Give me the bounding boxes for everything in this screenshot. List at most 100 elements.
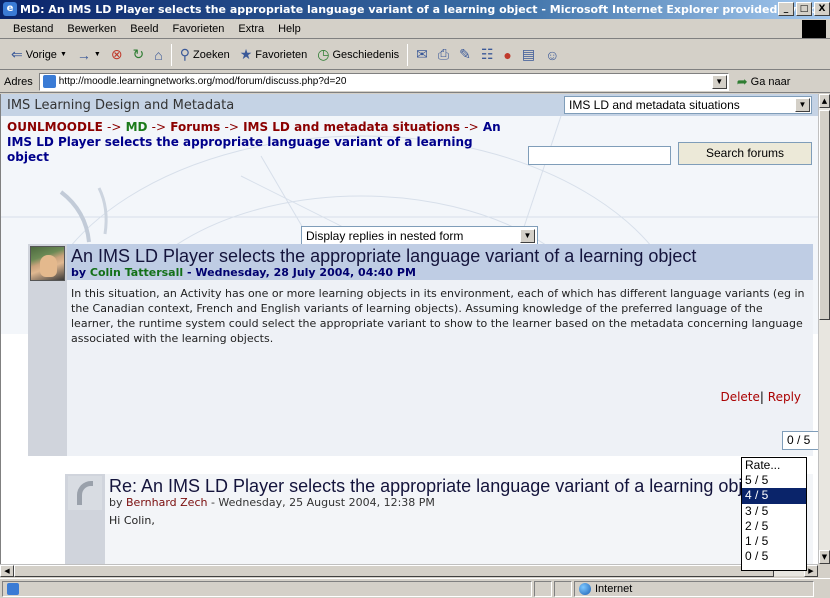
toolbar-separator: [170, 43, 172, 66]
horizontal-scroll-thumb[interactable]: [14, 565, 774, 577]
home-button[interactable]: ⌂: [149, 43, 167, 67]
window-title-bar: e MD: An IMS LD Player selects the appro…: [0, 0, 830, 19]
rating-option[interactable]: Rate...: [742, 458, 806, 473]
history-button[interactable]: ◷ Geschiedenis: [312, 43, 404, 67]
user-button[interactable]: ☺: [540, 43, 564, 67]
search-label: Zoeken: [193, 48, 230, 61]
menu-file[interactable]: Bestand: [6, 23, 60, 35]
default-avatar-icon: [68, 476, 102, 510]
favorites-label: Favorieten: [255, 48, 308, 61]
rating-option[interactable]: 3 / 5: [742, 504, 806, 519]
post-date: - Wednesday, 25 August 2004, 12:38 PM: [210, 496, 435, 509]
address-label: Adres: [4, 75, 33, 88]
print-button[interactable]: ⎙: [433, 43, 454, 67]
site-title: IMS Learning Design and Metadata: [7, 97, 235, 113]
post-body: In this situation, an Activity has one o…: [67, 280, 818, 456]
vertical-scroll-thumb[interactable]: [819, 110, 830, 320]
refresh-icon: ↻: [132, 46, 145, 62]
home-icon: ⌂: [154, 46, 163, 63]
menu-favorites[interactable]: Favorieten: [165, 23, 231, 35]
post-side-column: [28, 244, 67, 456]
post-byline: by Colin Tattersall - Wednesday, 28 July…: [71, 266, 809, 279]
address-input[interactable]: http://moodle.learningnetworks.org/mod/f…: [38, 72, 729, 91]
rating-option[interactable]: 2 / 5: [742, 519, 806, 534]
menu-edit[interactable]: Bewerken: [60, 23, 123, 35]
chevron-down-icon: ▼: [93, 51, 101, 58]
mail-icon: ✉: [416, 46, 428, 62]
print-icon: ⎙: [437, 46, 450, 62]
research-button[interactable]: ▤: [517, 43, 540, 67]
minimize-button[interactable]: _: [778, 2, 794, 16]
forum-jump-value: IMS LD and metadata situations: [569, 98, 740, 112]
menu-view[interactable]: Beeld: [123, 23, 165, 35]
search-forums-input[interactable]: [528, 146, 671, 165]
rating-option[interactable]: 0 / 5: [742, 549, 806, 564]
status-zone: Internet: [574, 580, 814, 597]
go-button[interactable]: ➦ Ga naar: [737, 74, 791, 90]
zone-label: Internet: [595, 582, 633, 595]
search-icon: ⚲: [179, 46, 191, 62]
address-dropdown-button[interactable]: ▼: [711, 74, 727, 89]
site-header: IMS Learning Design and Metadata IMS LD …: [1, 94, 818, 116]
vertical-scrollbar[interactable]: ▲ ▼: [818, 94, 830, 564]
scroll-down-icon[interactable]: ▼: [819, 550, 830, 564]
breadcrumb-site-link[interactable]: OUNLMOODLE: [7, 120, 103, 134]
breadcrumb-forums-link[interactable]: Forums: [170, 120, 220, 134]
scroll-left-icon[interactable]: ◀: [0, 565, 14, 577]
post-author-link[interactable]: Bernhard Zech: [126, 496, 207, 509]
forum-jump-select[interactable]: IMS LD and metadata situations ▼: [564, 96, 812, 114]
post-byline: by Bernhard Zech - Wednesday, 25 August …: [109, 496, 809, 509]
reply-link[interactable]: Reply: [768, 390, 801, 404]
go-arrow-icon: ➦: [736, 73, 748, 89]
rating-select[interactable]: 0 / 5 ▼: [782, 431, 818, 450]
breadcrumb-separator: ->: [464, 120, 479, 134]
favorites-button[interactable]: ★ Favorieten: [235, 43, 313, 67]
chevron-down-icon: ▼: [59, 51, 67, 58]
scroll-up-icon[interactable]: ▲: [819, 94, 830, 108]
breadcrumb-course-link[interactable]: MD: [126, 120, 148, 134]
search-forums-button[interactable]: Search forums: [678, 142, 812, 165]
avatar[interactable]: [30, 246, 65, 281]
post-message: In this situation, an Activity has one o…: [71, 287, 805, 345]
stop-button[interactable]: ⊗: [106, 43, 128, 67]
byline-prefix: by: [109, 496, 123, 509]
breadcrumb-separator: ->: [224, 120, 239, 134]
horizontal-scrollbar[interactable]: ◀ ▶: [0, 564, 818, 577]
rating-options-list: Rate... 5 / 5 4 / 5 3 / 5 2 / 5 1 / 5 0 …: [741, 457, 807, 571]
rating-option[interactable]: 5 / 5: [742, 473, 806, 488]
user-icon: ☺: [545, 46, 560, 63]
research-icon: ▤: [521, 46, 536, 62]
display-mode-value: Display replies in nested form: [306, 229, 464, 243]
discuss-button[interactable]: ☷: [476, 43, 499, 67]
display-mode-select[interactable]: Display replies in nested form ▼: [301, 226, 538, 246]
post-date: - Wednesday, 28 July 2004, 04:40 PM: [187, 266, 416, 279]
back-button[interactable]: ⇐ Vorige ▼: [6, 43, 72, 67]
mail-button[interactable]: ✉: [411, 43, 433, 67]
messenger-button[interactable]: ●: [498, 43, 516, 67]
menu-tools[interactable]: Extra: [231, 23, 271, 35]
rating-option[interactable]: 1 / 5: [742, 534, 806, 549]
status-text: [2, 580, 532, 597]
delete-link[interactable]: Delete: [720, 390, 759, 404]
discuss-icon: ☷: [480, 46, 494, 62]
windows-logo-icon: [802, 20, 826, 38]
forward-button[interactable]: → ▼: [72, 43, 106, 67]
edit-button[interactable]: ✎: [454, 43, 476, 67]
globe-icon: [579, 582, 591, 595]
breadcrumb-separator: ->: [106, 120, 122, 134]
search-button[interactable]: ⚲ Zoeken: [175, 43, 235, 67]
status-progress: [534, 580, 552, 597]
standard-toolbar: ⇐ Vorige ▼ → ▼ ⊗ ↻ ⌂ ⚲ Zoeken ★ Favoriet…: [0, 40, 830, 70]
maximize-button[interactable]: □: [796, 2, 812, 16]
forum-post-reply: Re: An IMS LD Player selects the appropr…: [65, 474, 813, 564]
breadcrumb-forum-link[interactable]: IMS LD and metadata situations: [243, 120, 460, 134]
chevron-down-icon: ▼: [795, 98, 810, 112]
status-bar: Internet: [0, 578, 830, 598]
menu-help[interactable]: Help: [271, 23, 308, 35]
refresh-button[interactable]: ↻: [128, 43, 150, 67]
rating-option-highlighted[interactable]: 4 / 5: [742, 488, 806, 504]
page-viewport: IMS Learning Design and Metadata IMS LD …: [0, 94, 818, 564]
internet-explorer-icon: e: [3, 2, 17, 16]
post-author-link[interactable]: Colin Tattersall: [90, 266, 183, 279]
close-button[interactable]: X: [814, 2, 830, 16]
